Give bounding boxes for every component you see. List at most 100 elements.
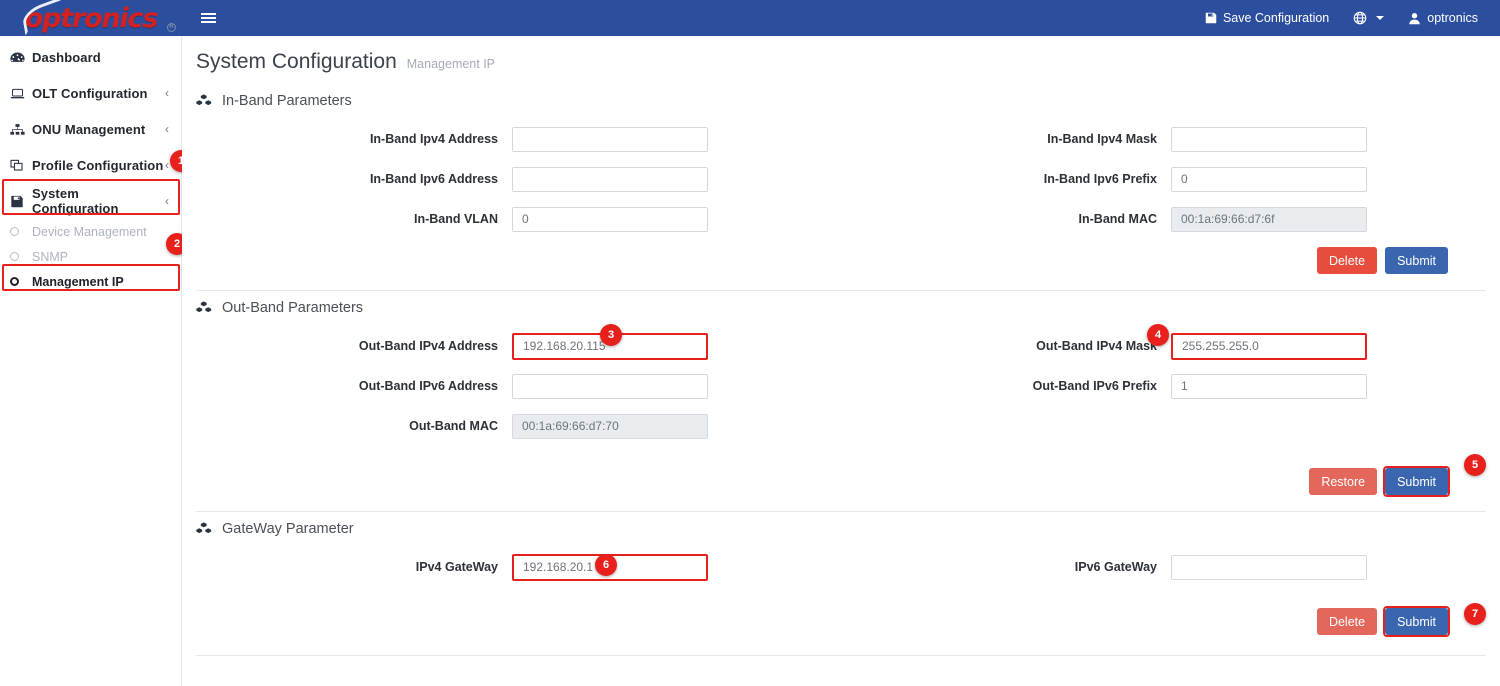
field-control <box>1171 207 1367 232</box>
in-band-button-row: Delete Submit <box>182 239 1500 284</box>
annotation-badge-7: 7 <box>1464 603 1486 625</box>
sidebar-navigation: Dashboard OLT Configuration ‹ <box>0 36 182 686</box>
gateway-delete-wrap: Delete <box>1317 608 1377 635</box>
in-band-section-title-row: In-Band Parameters <box>182 84 1500 113</box>
field-label: Out-Band MAC <box>182 419 512 433</box>
sidebar-subitem-device-management[interactable]: Device Management <box>0 219 181 244</box>
gateway-parameter-panel: GateWay Parameter IPv4 GateWay IPv6 Gate… <box>182 512 1500 651</box>
gateway-section-title-row: GateWay Parameter <box>182 512 1500 541</box>
page-subtitle: Management IP <box>407 57 495 71</box>
sidebar-subitem-snmp[interactable]: SNMP <box>0 244 181 269</box>
out-band-form: Out-Band IPv4 Address Out-Band IPv4 Mask… <box>182 320 1500 446</box>
user-menu[interactable]: optronics <box>1396 0 1500 36</box>
field-control <box>1171 374 1367 399</box>
field-label: Out-Band IPv6 Prefix <box>841 379 1171 393</box>
out-band-submit-button[interactable]: Submit <box>1385 468 1448 495</box>
panel-divider-3 <box>196 655 1486 656</box>
out-band-section-title-row: Out-Band Parameters <box>182 291 1500 320</box>
page-header: System Configuration Management IP <box>182 36 1500 84</box>
clone-icon <box>10 159 32 172</box>
field-control <box>1171 333 1367 360</box>
field-label: In-Band Ipv4 Mask <box>841 132 1171 146</box>
sidebar-item-label: ONU Management <box>32 122 145 137</box>
sidebar-expand-arrow: ‹ <box>165 195 169 207</box>
sidebar-item-system-configuration[interactable]: System Configuration ‹ <box>0 183 181 219</box>
out-band-section-title: Out-Band Parameters <box>222 300 363 316</box>
field-control <box>512 374 708 399</box>
globe-icon <box>1353 11 1367 25</box>
cubes-icon <box>196 94 213 109</box>
in-band-parameters-panel: In-Band Parameters In-Band Ipv4 Address … <box>182 84 1500 290</box>
field-row-in-band-ipv6-address: In-Band Ipv6 Address <box>182 159 841 199</box>
in-band-submit-wrap: Submit <box>1385 247 1448 274</box>
out-band-mac-input <box>512 414 708 439</box>
field-control <box>512 414 708 439</box>
sidebar-item-onu-management[interactable]: ONU Management ‹ <box>0 111 181 147</box>
sidebar-item-label: Profile Configuration <box>32 158 163 173</box>
page-title: System Configuration <box>196 50 397 74</box>
out-band-restore-button[interactable]: Restore <box>1309 468 1377 495</box>
in-band-vlan-input[interactable] <box>512 207 708 232</box>
gateway-section-title: GateWay Parameter <box>222 521 354 537</box>
sidebar-expand-arrow: ‹ <box>165 123 169 135</box>
sidebar-item-label: System Configuration <box>32 186 165 216</box>
field-control <box>1171 555 1367 580</box>
out-band-submit-wrap: Submit <box>1385 468 1448 495</box>
username-label: optronics <box>1427 11 1478 25</box>
field-label: Out-Band IPv4 Address <box>182 339 512 353</box>
field-label: Out-Band IPv4 Mask <box>841 339 1171 353</box>
field-row-in-band-ipv6-prefix: In-Band Ipv6 Prefix <box>841 159 1500 199</box>
sidebar-subitem-management-ip[interactable]: Management IP <box>0 269 181 294</box>
annotation-badge-5: 5 <box>1464 454 1486 476</box>
field-row-out-band-spacer <box>841 406 1500 446</box>
field-row-out-band-ipv6-address: Out-Band IPv6 Address <box>182 366 841 406</box>
in-band-mac-input <box>1171 207 1367 232</box>
floppy-save-icon <box>1205 12 1217 24</box>
in-band-ipv4-address-input[interactable] <box>512 127 708 152</box>
out-band-ipv6-prefix-input[interactable] <box>1171 374 1367 399</box>
out-band-ipv4-mask-input[interactable] <box>1171 333 1367 360</box>
field-label: In-Band MAC <box>841 212 1171 226</box>
in-band-delete-wrap: Delete <box>1317 247 1377 274</box>
floppy-save-icon <box>10 195 32 208</box>
field-row-ipv6-gateway: IPv6 GateWay <box>841 547 1500 587</box>
field-label: IPv6 GateWay <box>841 560 1171 574</box>
gateway-delete-button[interactable]: Delete <box>1317 608 1377 635</box>
field-label: IPv4 GateWay <box>182 560 512 574</box>
field-control <box>512 127 708 152</box>
hamburger-icon[interactable] <box>182 0 234 36</box>
out-band-ipv6-address-input[interactable] <box>512 374 708 399</box>
gateway-button-row: Delete Submit <box>182 587 1500 645</box>
out-band-button-row: Restore Submit <box>182 446 1500 505</box>
in-band-ipv6-prefix-input[interactable] <box>1171 167 1367 192</box>
in-band-delete-button[interactable]: Delete <box>1317 247 1377 274</box>
chevron-down-icon <box>1376 16 1384 20</box>
in-band-ipv4-mask-input[interactable] <box>1171 127 1367 152</box>
field-label: In-Band Ipv4 Address <box>182 132 512 146</box>
gateway-submit-button[interactable]: Submit <box>1385 608 1448 635</box>
cubes-icon <box>196 301 213 316</box>
brand-logo[interactable]: optronics R <box>0 0 182 36</box>
sidebar-item-olt-configuration[interactable]: OLT Configuration ‹ <box>0 75 181 111</box>
language-selector[interactable] <box>1341 0 1396 36</box>
in-band-submit-button[interactable]: Submit <box>1385 247 1448 274</box>
field-row-in-band-vlan: In-Band VLAN <box>182 199 841 239</box>
field-control <box>512 167 708 192</box>
circle-bullet-icon <box>10 277 32 286</box>
save-configuration-button[interactable]: Save Configuration <box>1193 0 1341 36</box>
field-row-out-band-ipv4-mask: Out-Band IPv4 Mask <box>841 326 1500 366</box>
top-navigation-bar: optronics R Save Configuration <box>0 0 1500 36</box>
in-band-section-title: In-Band Parameters <box>222 93 352 109</box>
field-control <box>1171 167 1367 192</box>
field-control <box>512 207 708 232</box>
field-label: Out-Band IPv6 Address <box>182 379 512 393</box>
field-row-in-band-ipv4-mask: In-Band Ipv4 Mask <box>841 119 1500 159</box>
brand-logo-text: optronics <box>25 5 157 32</box>
in-band-form: In-Band Ipv4 Address In-Band Ipv4 Mask I… <box>182 113 1500 239</box>
field-label: In-Band Ipv6 Address <box>182 172 512 186</box>
in-band-ipv6-address-input[interactable] <box>512 167 708 192</box>
sidebar-item-profile-configuration[interactable]: Profile Configuration ‹ <box>0 147 181 183</box>
sidebar-item-dashboard[interactable]: Dashboard <box>0 39 181 75</box>
annotation-badge-4: 4 <box>1147 324 1169 346</box>
ipv6-gateway-input[interactable] <box>1171 555 1367 580</box>
